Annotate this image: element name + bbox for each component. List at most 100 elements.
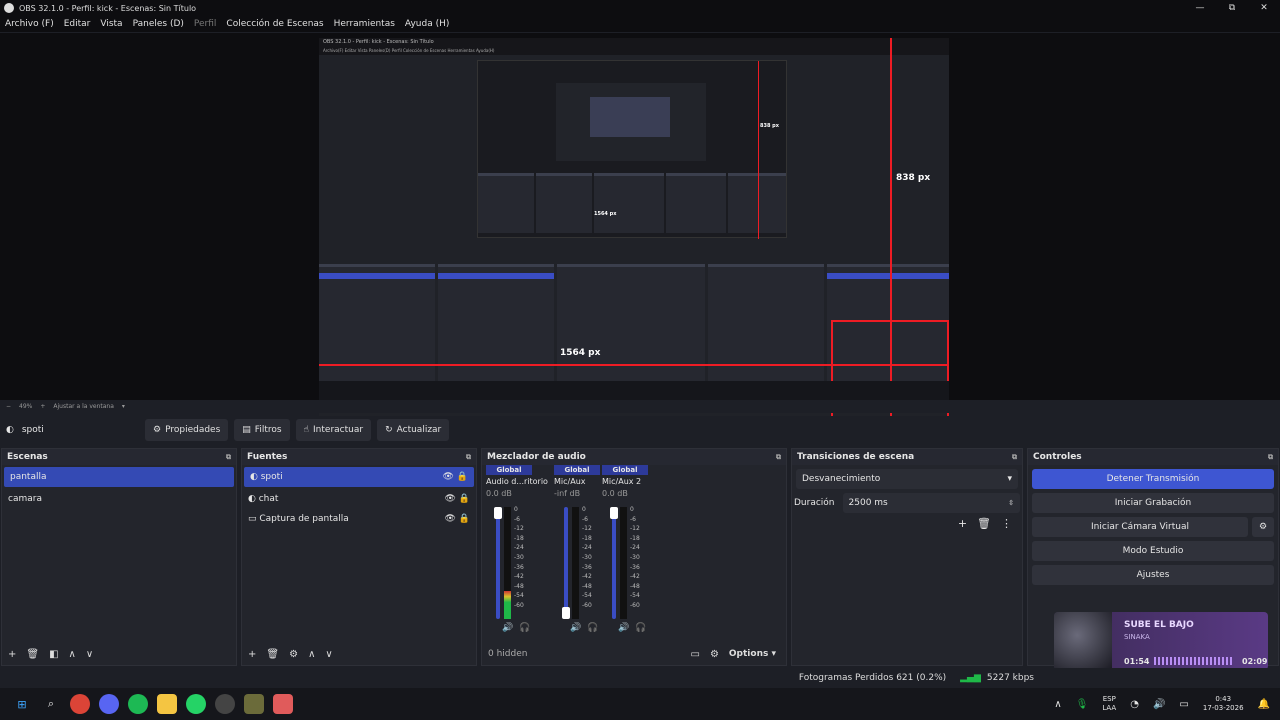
- menu-herramientas[interactable]: Herramientas: [334, 19, 395, 29]
- menu-archivo[interactable]: Archivo (F): [5, 19, 54, 29]
- add-icon[interactable]: +: [248, 649, 256, 660]
- volume-fader[interactable]: [562, 507, 570, 619]
- mute-icon[interactable]: 🔊: [570, 623, 581, 633]
- source-item[interactable]: ▭ Captura de pantalla 👁 🔒: [242, 509, 476, 529]
- streamlabs-icon[interactable]: [273, 694, 293, 714]
- source-item[interactable]: ◐ spoti 👁 🔒: [244, 467, 474, 487]
- monitor-icon[interactable]: 🎧: [635, 623, 646, 633]
- search-icon[interactable]: ⌕: [41, 694, 61, 714]
- chevron-down-icon[interactable]: ▾: [122, 403, 125, 410]
- transition-select[interactable]: Desvanecimiento ▾: [796, 469, 1018, 489]
- duration-input[interactable]: 2500 ms ⇳: [842, 493, 1020, 513]
- monitor-icon[interactable]: 🎧: [587, 623, 598, 633]
- battery-icon[interactable]: ▭: [1179, 699, 1188, 710]
- fit-window[interactable]: Ajustar a la ventana: [53, 403, 114, 410]
- add-icon[interactable]: +: [8, 649, 16, 660]
- scale-tick: -30: [514, 553, 524, 561]
- mute-icon[interactable]: 🔊: [618, 623, 629, 633]
- close-button[interactable]: ✕: [1248, 0, 1280, 16]
- stop-stream-button[interactable]: Detener Transmisión: [1032, 469, 1274, 489]
- menu-paneles[interactable]: Paneles (D): [133, 19, 184, 29]
- properties-button[interactable]: ⚙ Propiedades: [145, 419, 229, 441]
- trash-icon[interactable]: 🗑: [26, 649, 39, 660]
- discord-icon[interactable]: [99, 694, 119, 714]
- menu-coleccion[interactable]: Colección de Escenas: [226, 19, 323, 29]
- preview-area[interactable]: OBS 32.1.0 - Perfil: kick - Escenas: Sin…: [0, 33, 1280, 430]
- preview-canvas[interactable]: OBS 32.1.0 - Perfil: kick - Escenas: Sin…: [319, 38, 949, 430]
- volume-fader[interactable]: [494, 507, 502, 619]
- scene-item[interactable]: camara: [2, 489, 236, 509]
- settings-button[interactable]: Ajustes: [1032, 565, 1274, 585]
- scene-item[interactable]: pantalla: [4, 467, 234, 487]
- folder-icon[interactable]: [157, 694, 177, 714]
- chevron-up-icon[interactable]: ∧: [1054, 699, 1061, 710]
- lock-icon[interactable]: 🔒: [457, 472, 468, 482]
- menu-perfil[interactable]: Perfil: [194, 19, 217, 29]
- zoom-in-button[interactable]: +: [40, 403, 45, 410]
- fader-handle[interactable]: [610, 507, 618, 519]
- chevron-up-icon[interactable]: ∧: [69, 649, 76, 660]
- eye-icon[interactable]: 👁: [442, 472, 453, 482]
- studio-mode-button[interactable]: Modo Estudio: [1032, 541, 1274, 561]
- add-icon[interactable]: +: [958, 517, 967, 530]
- gear-icon[interactable]: ⚙: [289, 649, 298, 660]
- mute-icon[interactable]: 🔊: [502, 623, 513, 633]
- undock-icon[interactable]: ⧉: [226, 453, 231, 462]
- mini-sources: [536, 173, 592, 233]
- minimize-button[interactable]: —: [1184, 0, 1216, 16]
- zoom-out-button[interactable]: −: [6, 403, 11, 410]
- signal-icon: ▂▄▆: [960, 673, 981, 683]
- lock-icon[interactable]: 🔒: [459, 494, 470, 504]
- options-button[interactable]: Options ▾: [729, 649, 776, 659]
- notification-icon[interactable]: 🔔: [1258, 699, 1270, 710]
- app-icon[interactable]: [244, 694, 264, 714]
- scale-tick: -60: [514, 601, 524, 609]
- dropped-frames: Fotogramas Perdidos 621 (0.2%): [798, 673, 947, 683]
- channel-name[interactable]: Mic/Aux 2: [602, 477, 664, 486]
- start-virtual-camera-button[interactable]: Iniciar Cámara Virtual: [1032, 517, 1248, 537]
- undock-icon[interactable]: ⧉: [1012, 453, 1017, 462]
- menu-vista[interactable]: Vista: [100, 19, 122, 29]
- obs-icon[interactable]: [215, 694, 235, 714]
- chrome-icon[interactable]: [70, 694, 90, 714]
- more-icon[interactable]: ⋮: [1001, 517, 1012, 530]
- stepper-icon[interactable]: ⇳: [1008, 499, 1014, 507]
- inner-menu: Archivo(F) Editar Vista Paneles(D) Perfi…: [319, 47, 949, 55]
- source-item[interactable]: ◐ chat 👁 🔒: [242, 489, 476, 509]
- trash-icon[interactable]: 🗑: [266, 649, 279, 660]
- undock-icon[interactable]: ⧉: [1268, 453, 1273, 462]
- spotify-icon[interactable]: [128, 694, 148, 714]
- start-icon[interactable]: ⊞: [12, 694, 32, 714]
- filter-icon[interactable]: ◧: [49, 649, 58, 660]
- maximize-button[interactable]: ⧉: [1216, 0, 1248, 16]
- eye-icon[interactable]: 👁: [444, 494, 455, 504]
- start-recording-button[interactable]: Iniciar Grabación: [1032, 493, 1274, 513]
- channel-name[interactable]: Audio d...ritorio: [486, 477, 548, 486]
- menu-ayuda[interactable]: Ayuda (H): [405, 19, 449, 29]
- virtual-camera-gear-icon[interactable]: ⚙: [1252, 517, 1274, 537]
- monitor-icon[interactable]: 🎧: [519, 623, 530, 633]
- channel-scope: Global: [554, 465, 600, 475]
- eye-icon[interactable]: 👁: [444, 514, 455, 524]
- whatsapp-icon[interactable]: [186, 694, 206, 714]
- volume-fader[interactable]: [610, 507, 618, 619]
- fader-handle[interactable]: [562, 607, 570, 619]
- volume-icon[interactable]: 🔊: [1153, 699, 1165, 710]
- chevron-up-icon[interactable]: ∧: [308, 649, 315, 660]
- filter-icon: ▤: [242, 425, 251, 435]
- undock-icon[interactable]: ⧉: [776, 453, 781, 462]
- mixer-settings-icon[interactable]: ⚙: [710, 649, 719, 660]
- layout-icon[interactable]: ▭: [690, 649, 699, 660]
- lock-icon[interactable]: 🔒: [459, 514, 470, 524]
- interact-button[interactable]: ☝ Interactuar: [295, 419, 372, 441]
- trash-icon[interactable]: 🗑: [977, 517, 991, 530]
- menu-editar[interactable]: Editar: [64, 19, 91, 29]
- refresh-button[interactable]: ↻ Actualizar: [377, 419, 450, 441]
- chevron-down-icon[interactable]: ∨: [325, 649, 332, 660]
- mic-icon[interactable]: 🎙: [1076, 699, 1089, 710]
- wifi-icon[interactable]: ◔: [1130, 699, 1139, 710]
- chevron-down-icon[interactable]: ∨: [86, 649, 93, 660]
- fader-handle[interactable]: [494, 507, 502, 519]
- filters-button[interactable]: ▤ Filtros: [234, 419, 290, 441]
- undock-icon[interactable]: ⧉: [466, 453, 471, 462]
